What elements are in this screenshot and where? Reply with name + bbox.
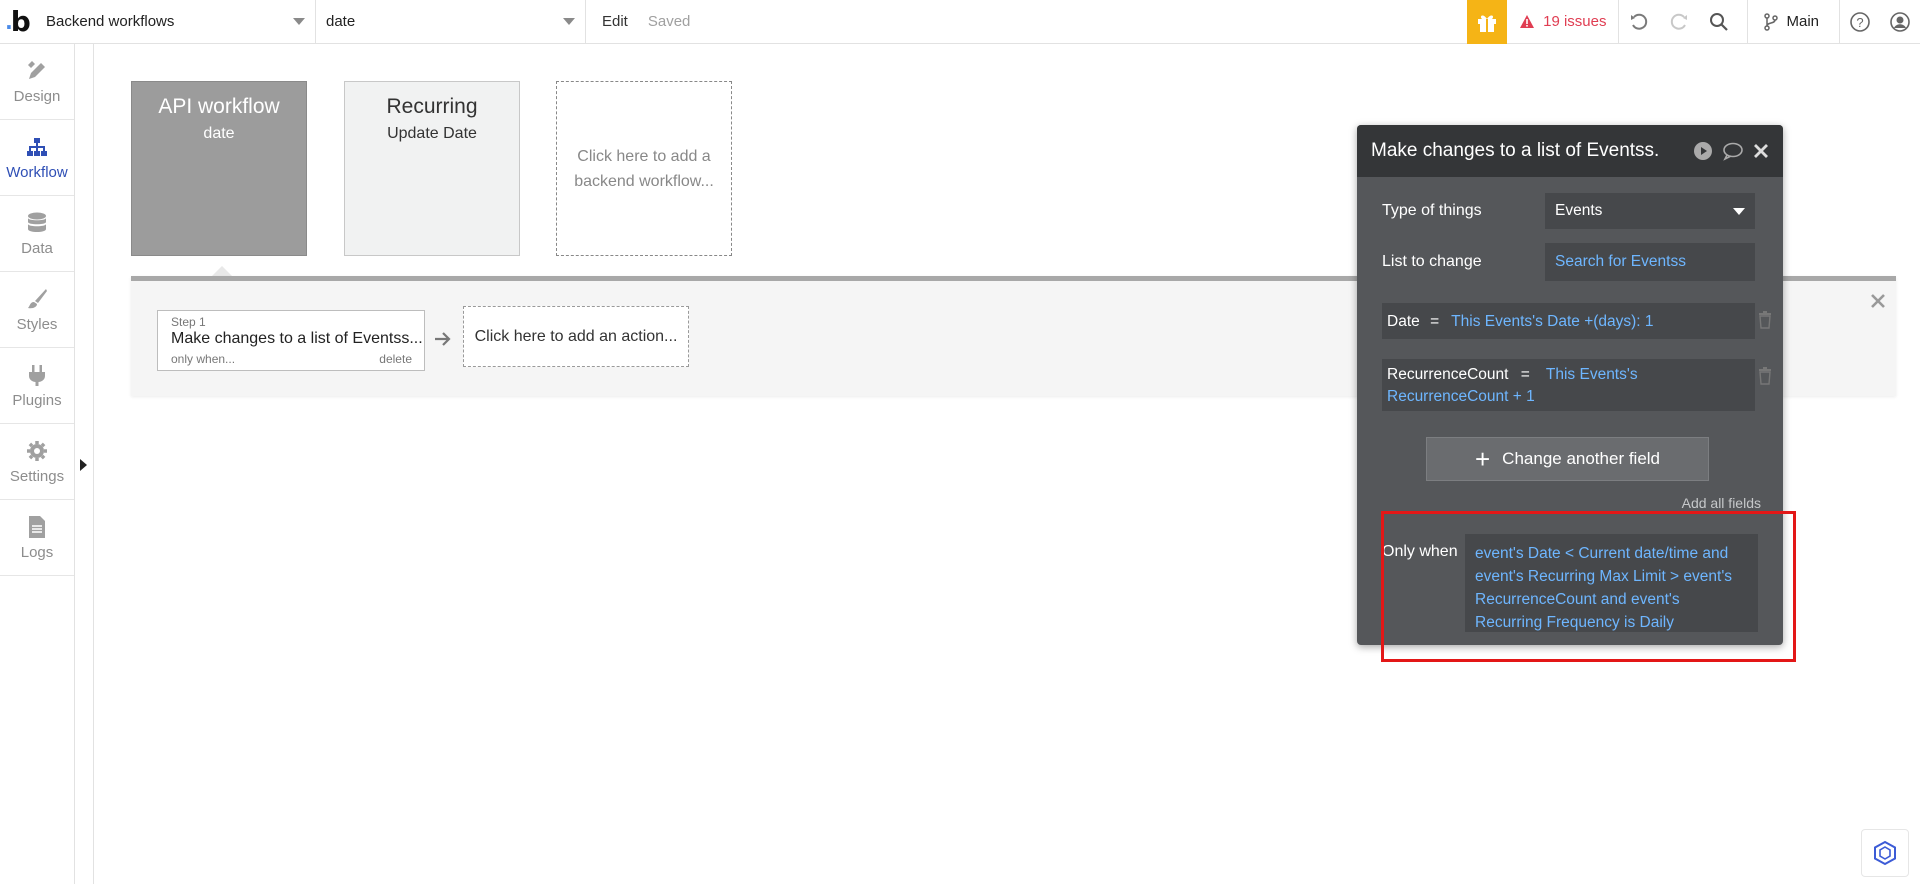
issues-button[interactable]: 19 issues [1507, 0, 1620, 44]
chevron-down-icon [563, 18, 575, 25]
trash-icon[interactable] [1758, 311, 1772, 329]
add-all-fields-link[interactable]: Add all fields [1682, 495, 1761, 511]
workflow-card-subtitle: date [203, 125, 235, 142]
undo-icon[interactable] [1619, 0, 1659, 44]
issues-count: 19 issues [1543, 13, 1607, 30]
account-icon[interactable] [1880, 0, 1920, 44]
change-another-field-label: Change another field [1502, 449, 1661, 468]
workflow-sitemap-icon [27, 137, 47, 156]
app-page-dropdown[interactable]: Backend workflows [36, 0, 316, 44]
sidebar-item-settings[interactable]: Settings [0, 424, 74, 500]
comment-icon[interactable] [1722, 141, 1744, 161]
brush-icon [28, 288, 47, 308]
workflow-card-recurring[interactable]: Recurring Update Date [344, 81, 520, 256]
sidebar-item-workflow[interactable]: Workflow [0, 120, 74, 196]
step-title: Make changes to a list of Eventss... [171, 330, 423, 347]
gear-icon [27, 440, 47, 461]
change-field-row-recurrencecount[interactable]: RecurrenceCount = This Events's Recurren… [1382, 359, 1755, 411]
workflow-card-title: Recurring [386, 95, 478, 118]
only-when-condition-field[interactable]: event's Date < Current date/time and eve… [1465, 534, 1758, 632]
workflow-card-title: API workflow [158, 95, 280, 118]
type-of-things-value: Events [1555, 202, 1603, 219]
sidebar-item-label: Settings [9, 467, 65, 485]
list-to-change-label: List to change [1382, 253, 1482, 270]
sidebar-item-styles[interactable]: Styles [0, 272, 74, 348]
panel-title: Make changes to a list of Eventss. [1371, 140, 1660, 161]
change-field-row-date[interactable]: Date = This Events's Date +(days): 1 [1382, 303, 1755, 339]
sidebar-divider [93, 44, 94, 884]
plug-icon [29, 364, 45, 386]
sidebar-item-label: Workflow [6, 163, 68, 181]
bubble-logo-icon[interactable]: .b [0, 0, 36, 44]
add-backend-workflow-card[interactable]: Click here to add a backend workflow... [556, 81, 732, 256]
expand-panel-arrow-icon[interactable] [80, 459, 87, 471]
type-of-things-label: Type of things [1382, 202, 1482, 219]
trash-icon[interactable] [1758, 367, 1772, 385]
branch-selector[interactable]: Main [1747, 0, 1840, 44]
workflow-card-subtitle: Update Date [387, 125, 477, 142]
change-another-field-button[interactable]: + Change another field [1426, 437, 1709, 481]
database-icon [28, 212, 46, 232]
sidebar-item-label: Logs [20, 543, 54, 561]
step-delete-link[interactable]: delete [379, 352, 412, 366]
branch-icon [1764, 12, 1779, 31]
chevron-down-icon [1733, 207, 1745, 215]
step-only-when-link[interactable]: only when... [171, 352, 235, 366]
svg-text:?: ? [1856, 15, 1863, 30]
step-number: Step 1 [171, 315, 206, 329]
only-when-label: Only when [1382, 543, 1458, 560]
list-to-change-field[interactable]: Search for Eventss [1545, 243, 1755, 281]
document-icon [29, 515, 45, 538]
left-sidebar: Design Workflow Data Styles Plugins Sett… [0, 44, 75, 884]
sidebar-item-data[interactable]: Data [0, 196, 74, 272]
design-pencil-icon [28, 60, 45, 79]
workflow-dropdown-label: date [326, 13, 356, 30]
close-icon[interactable] [1870, 293, 1886, 309]
branch-label: Main [1786, 13, 1819, 30]
panel-header: Make changes to a list of Eventss. [1357, 125, 1783, 177]
edit-menu[interactable]: Edit [602, 13, 628, 30]
step-1-card[interactable]: Step 1 Make changes to a list of Eventss… [157, 310, 425, 371]
equals-sign: = [1520, 366, 1530, 383]
redo-icon[interactable] [1659, 0, 1699, 44]
add-action-button[interactable]: Click here to add an action... [463, 306, 689, 367]
action-editor-panel: Make changes to a list of Eventss. Type … [1357, 125, 1783, 645]
sidebar-item-label: Data [21, 239, 53, 257]
app-page-dropdown-label: Backend workflows [46, 13, 175, 30]
sidebar-item-design[interactable]: Design [0, 44, 74, 120]
saved-status: Saved [647, 13, 691, 30]
play-icon[interactable] [1693, 141, 1713, 161]
plus-icon: + [1474, 444, 1491, 474]
help-icon[interactable]: ? [1840, 0, 1880, 44]
arrow-right-icon [435, 332, 451, 346]
type-of-things-dropdown[interactable]: Events [1545, 193, 1755, 229]
sidebar-item-label: Design [13, 87, 61, 105]
warning-icon [1520, 15, 1535, 28]
chevron-down-icon [293, 18, 305, 25]
field-value[interactable]: This Events's Date +(days): 1 [1451, 313, 1653, 330]
sidebar-item-logs[interactable]: Logs [0, 500, 74, 576]
field-key: RecurrenceCount [1387, 366, 1509, 383]
search-icon[interactable] [1699, 0, 1739, 44]
sidebar-item-label: Plugins [12, 391, 62, 409]
assistant-hexagon-icon[interactable] [1861, 829, 1909, 877]
sidebar-item-label: Styles [16, 315, 58, 333]
top-bar: .b Backend workflows date Edit Saved 19 … [0, 0, 1920, 44]
equals-sign: = [1430, 313, 1440, 330]
sidebar-item-plugins[interactable]: Plugins [0, 348, 74, 424]
close-icon[interactable] [1753, 143, 1769, 159]
workflow-card-api[interactable]: API workflow date [131, 81, 307, 256]
workflow-dropdown[interactable]: date [316, 0, 586, 44]
gift-icon[interactable] [1467, 0, 1508, 44]
field-key: Date [1387, 313, 1420, 330]
